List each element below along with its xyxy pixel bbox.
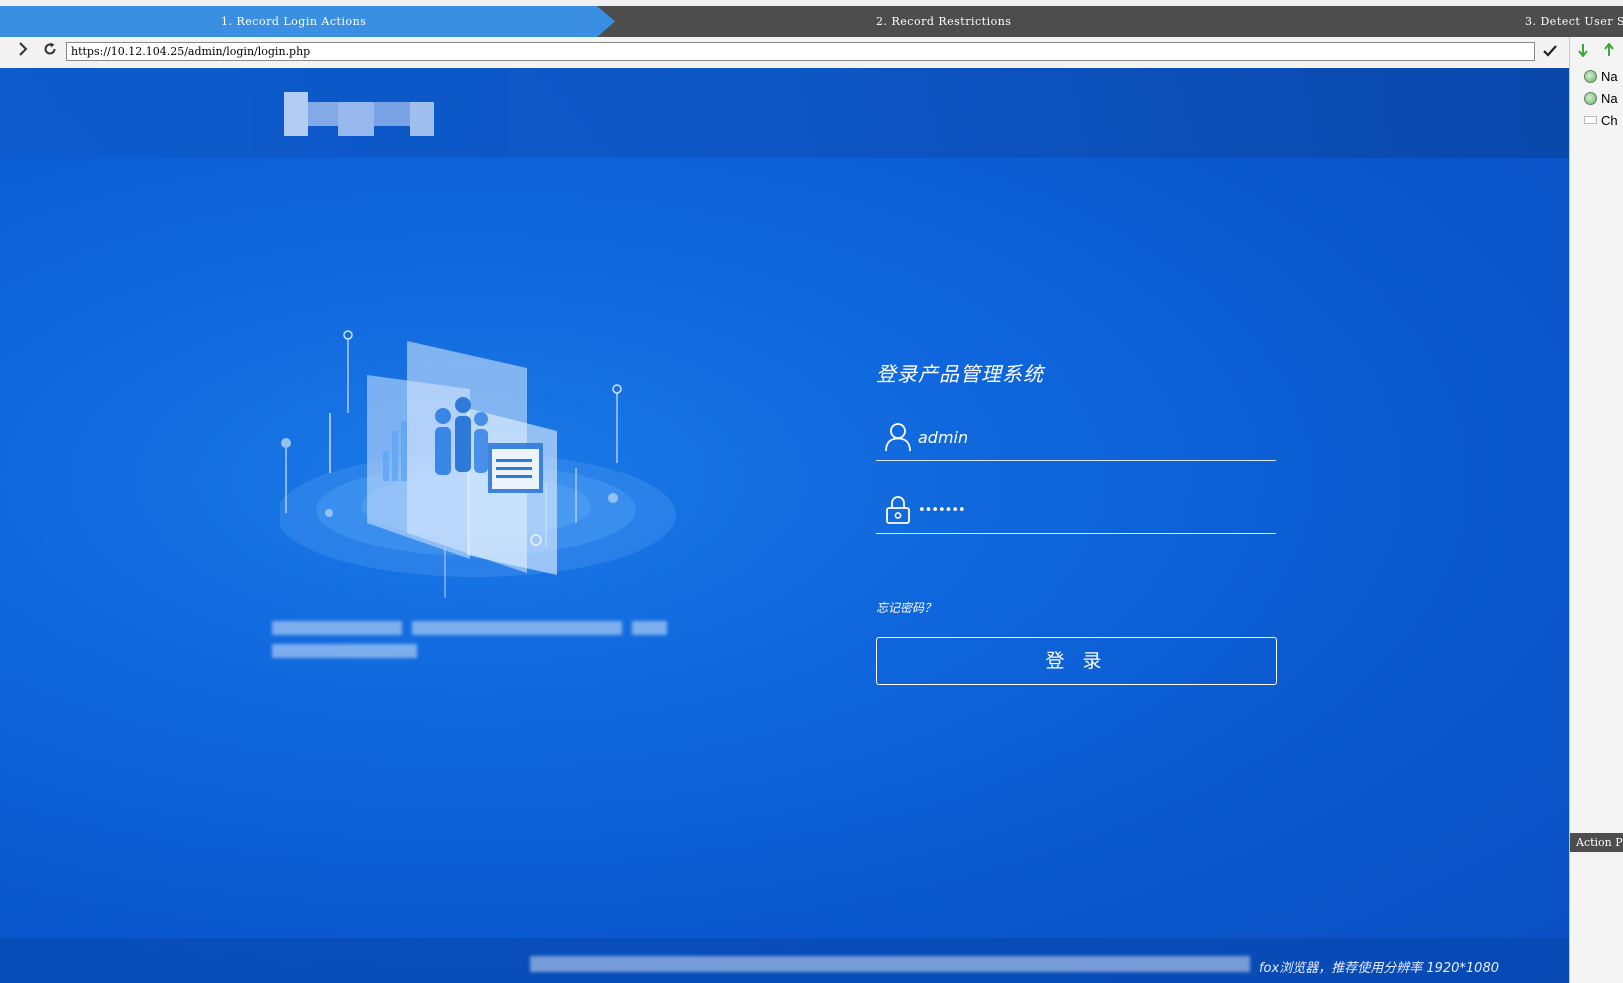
wizard-step-detect-user[interactable]: 3. Detect User S [1525,6,1623,37]
forgot-password-link[interactable]: 忘记密码？ [876,599,936,616]
check-icon[interactable] [1540,42,1560,62]
wizard-step-record-restrictions[interactable]: 2. Record Restrictions [876,6,1011,37]
page-header [0,68,1569,158]
login-webpage: 登录产品管理系统 忘记密码？ 登 录 fox浏览器，推荐使用分辨率 1920*1… [0,68,1569,983]
security-illustration [280,330,676,598]
recorded-action-label: Na [1601,91,1618,106]
wizard-step-label: 2. Record Restrictions [876,15,1012,28]
username-field [876,416,1276,461]
chevron-right-icon[interactable] [13,42,33,62]
lock-icon [886,496,910,524]
wizard-step-label: 1. Record Login Actions [221,15,367,28]
recorded-action-item[interactable]: Na [1584,67,1618,87]
recorder-side-panel: Na Na Ch Action P [1569,37,1623,983]
page-footer: fox浏览器，推荐使用分辨率 1920*1080 [0,938,1569,983]
recorded-action-item[interactable]: Na [1584,89,1618,109]
navigate-icon [1584,92,1597,105]
login-title: 登录产品管理系统 [876,362,1044,386]
recorded-action-label: Na [1601,69,1618,84]
company-logo [284,92,450,136]
url-input[interactable]: https://10.12.104.25/admin/login/login.p… [66,42,1535,61]
login-button[interactable]: 登 录 [876,637,1277,685]
reload-icon[interactable] [40,42,60,62]
footer-text: fox浏览器，推荐使用分辨率 1920*1080 [1258,961,1499,976]
checkbox-icon [1584,116,1597,124]
recorded-action-item[interactable]: Ch [1584,111,1618,131]
action-pane-header: Action P [1570,833,1623,852]
wizard-step-record-login[interactable]: 1. Record Login Actions [0,6,615,37]
browser-address-row: https://10.12.104.25/admin/login/login.p… [0,37,1569,69]
user-icon [885,423,911,452]
wizard-step-label: 3. Detect User S [1525,15,1623,28]
username-input[interactable] [918,423,1258,451]
navigate-icon [1584,70,1597,83]
recorded-action-label: Ch [1601,113,1618,128]
password-input[interactable] [918,496,1258,524]
wizard-steps-bar: 1. Record Login Actions 2. Record Restri… [0,6,1623,37]
password-field [876,489,1276,534]
arrow-up-icon[interactable] [1604,42,1614,61]
arrow-down-icon[interactable] [1578,43,1588,61]
